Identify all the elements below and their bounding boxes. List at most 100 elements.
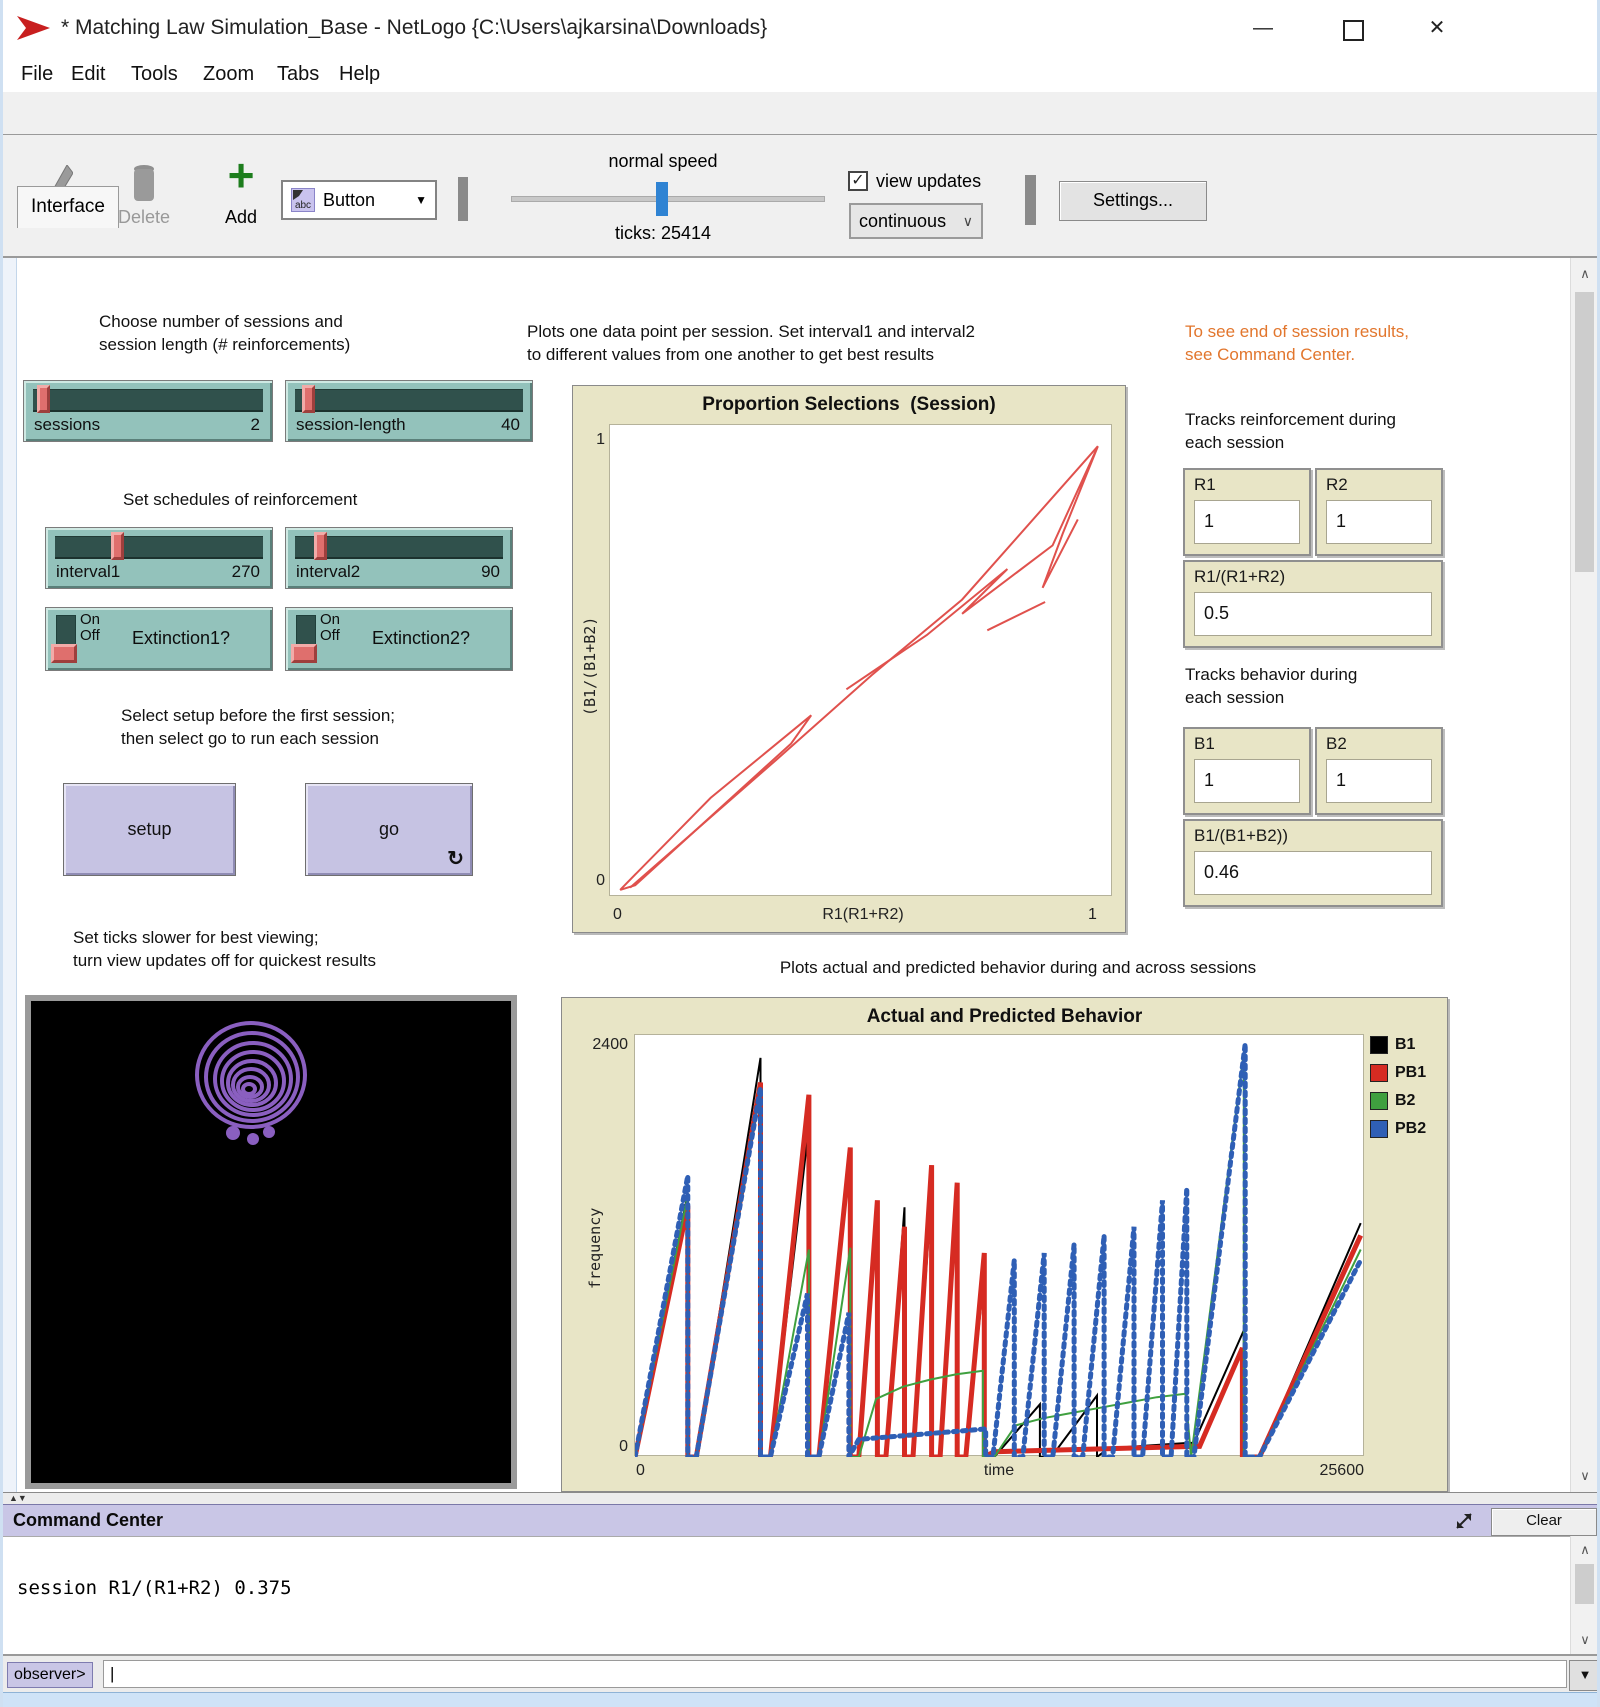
plot2-area [634,1034,1364,1456]
slider-interval1[interactable]: interval1 270 [45,527,273,589]
main-scrollbar[interactable]: ∧ ∨ [1570,258,1599,1492]
slider-interval2[interactable]: interval2 90 [285,527,513,589]
go-button[interactable]: go ↻ [305,783,473,876]
switch-name: Extinction1? [132,628,230,649]
plot1-title: Proportion Selections (Session) [573,394,1125,416]
slider-track[interactable] [295,389,523,412]
command-center-scrollbar[interactable]: ∧ ∨ [1570,1536,1599,1654]
add-button[interactable]: Add [216,207,266,228]
forever-icon: ↻ [447,846,464,871]
delete-button[interactable]: Delete [111,207,177,228]
switch-on-label: On [320,612,340,628]
minimize-button[interactable]: — [1241,12,1285,44]
slider-handle[interactable] [302,385,315,413]
scroll-up-icon[interactable]: ∧ [1571,1542,1599,1558]
note-sessions: Choose number of sessions and session le… [99,310,439,357]
setup-button-label: setup [127,819,171,840]
trash-icon [131,163,157,207]
scrollbar-thumb[interactable] [1575,292,1594,572]
slider-track[interactable] [55,536,263,559]
slider-value: 270 [232,562,260,582]
clear-button[interactable]: Clear [1491,1508,1597,1536]
plot2-ytick-min: 0 [570,1438,628,1456]
slider-track[interactable] [33,389,263,412]
menu-file[interactable]: File [15,61,59,88]
settings-button[interactable]: Settings... [1059,181,1207,221]
monitor-label: B2 [1326,734,1347,754]
slider-name: session-length [296,415,406,435]
scroll-up-icon[interactable]: ∧ [1571,266,1599,282]
view-updates-checkbox[interactable]: ✓ [848,171,868,191]
switch-extinction2[interactable]: On Off Extinction2? [285,607,513,671]
slider-handle[interactable] [37,385,50,413]
monitor-label: B1 [1194,734,1215,754]
switch-handle[interactable] [51,644,77,663]
plot2-xtick-min: 0 [636,1462,645,1480]
note-plot2: Plots actual and predicted behavior duri… [708,956,1328,979]
slider-session-length[interactable]: session-length 40 [285,380,533,442]
toolbar-separator [458,177,468,221]
slider-value: 2 [251,415,260,435]
speed-slider-label: normal speed [558,151,768,172]
setup-button[interactable]: setup [63,783,236,876]
ticks-counter: ticks: 25414 [558,223,768,244]
monitor-b1-ratio: B1/(B1+B2)) 0.46 [1183,819,1443,907]
slider-name: interval2 [296,562,360,582]
close-button[interactable]: ✕ [1415,12,1459,44]
tab-interface[interactable]: Interface [17,186,119,228]
plot1-ytick-max: 1 [579,431,605,449]
slider-name: interval1 [56,562,120,582]
plot2-legend: B1 PB1 B2 PB2 [1370,1036,1446,1148]
scroll-down-icon[interactable]: ∨ [1571,1468,1599,1484]
go-button-label: go [379,819,399,840]
switch-off-label: Off [80,628,100,644]
speed-slider-thumb[interactable] [656,182,668,216]
legend-label-pb1: PB1 [1395,1064,1426,1082]
speed-slider-track[interactable] [511,196,825,202]
monitor-label: R1/(R1+R2) [1194,567,1285,587]
window-bottom-edge [3,1692,1600,1707]
slider-value: 40 [501,415,520,435]
menu-bar: File Edit Tools Zoom Tabs Help [3,56,1600,92]
note-reinforcement: Tracks reinforcement during each session [1185,408,1465,455]
slider-value: 90 [481,562,500,582]
menu-edit[interactable]: Edit [65,61,111,88]
netlogo-logo-icon [17,15,53,41]
monitor-value: 1 [1326,759,1432,803]
plot2-canvas [635,1035,1365,1457]
command-center-splitter[interactable]: ▲▼ [3,1492,1600,1504]
menu-help[interactable]: Help [333,61,386,88]
note-ticks: Set ticks slower for best viewing; turn … [73,926,503,973]
slider-track[interactable] [295,536,503,559]
scroll-down-icon[interactable]: ∨ [1571,1632,1599,1648]
note-command-center: To see end of session results, see Comma… [1185,320,1475,367]
note-setup: Select setup before the first session; t… [121,704,481,751]
maximize-button[interactable] [1343,20,1364,41]
observer-row: observer> | ▼ [3,1654,1600,1692]
switch-name: Extinction2? [372,628,470,649]
plot1-ytick-min: 0 [579,872,605,890]
widget-type-dropdown[interactable]: abc Button ▼ [281,180,437,220]
monitor-label: R1 [1194,475,1216,495]
scrollbar-thumb[interactable] [1575,1564,1594,1604]
monitor-r1-ratio: R1/(R1+R2) 0.5 [1183,560,1443,648]
expand-icon[interactable] [1453,1510,1475,1532]
history-dropdown-button[interactable]: ▼ [1569,1660,1600,1691]
slider-handle[interactable] [111,532,124,560]
switch-handle[interactable] [291,644,317,663]
netlogo-window: * Matching Law Simulation_Base - NetLogo… [0,0,1600,1707]
chevron-down-icon: ∨ [963,213,973,230]
widget-type-value: Button [323,190,407,211]
command-input[interactable]: | [103,1660,1567,1688]
menu-tabs[interactable]: Tabs [271,61,325,88]
menu-tools[interactable]: Tools [125,61,184,88]
chevron-down-icon: ▼ [415,193,427,207]
update-mode-dropdown[interactable]: continuous ∨ [849,203,983,239]
plot-proportion-selections: Proportion Selections (Session) 1 0 (B1/… [572,385,1126,933]
switch-on-label: On [80,612,100,628]
switch-extinction1[interactable]: On Off Extinction1? [45,607,273,671]
slider-sessions[interactable]: sessions 2 [23,380,273,442]
note-schedules: Set schedules of reinforcement [123,488,443,511]
menu-zoom[interactable]: Zoom [197,61,260,88]
slider-handle[interactable] [314,532,327,560]
